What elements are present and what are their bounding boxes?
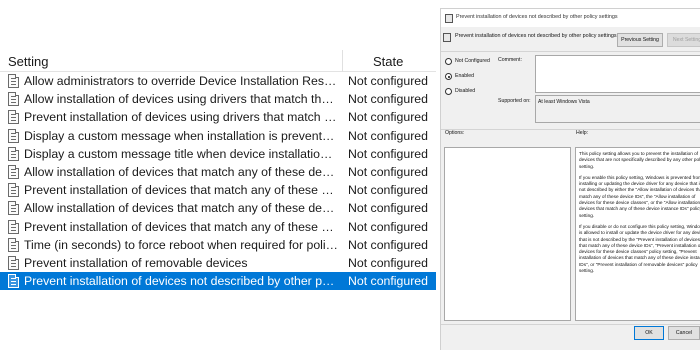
policy-row-state: Not configured xyxy=(348,183,428,198)
policy-row-state: Not configured xyxy=(348,201,428,216)
help-paragraph: This policy setting allows you to preven… xyxy=(579,151,700,169)
cancel-button[interactable]: Cancel xyxy=(668,326,700,340)
next-setting-button[interactable]: Next Setting xyxy=(667,33,700,47)
policy-document-icon xyxy=(8,128,19,143)
policy-document-icon xyxy=(8,110,19,125)
policy-row-state: Not configured xyxy=(348,164,428,179)
policy-row-name: Prevent installation of devices using dr… xyxy=(24,110,338,125)
policy-row[interactable]: Allow installation of devices that match… xyxy=(0,163,436,181)
policy-document-icon xyxy=(8,237,19,252)
header-separator xyxy=(441,51,700,52)
policy-row-name: Allow installation of devices using driv… xyxy=(24,92,338,107)
policy-row-state: Not configured xyxy=(348,274,428,289)
policy-row[interactable]: Prevent installation of devices using dr… xyxy=(0,108,436,126)
policy-row-state: Not configured xyxy=(348,255,428,270)
policy-document-icon xyxy=(8,164,19,179)
policy-document-icon xyxy=(8,255,19,270)
radio-enabled[interactable]: Enabled xyxy=(445,72,515,82)
options-label: Options: xyxy=(445,130,465,136)
ok-button[interactable]: OK xyxy=(634,326,664,340)
policy-row[interactable]: Prevent installation of devices that mat… xyxy=(0,181,436,199)
policy-document-icon xyxy=(8,219,19,234)
help-text: This policy setting allows you to preven… xyxy=(579,151,700,279)
policy-dialog: Prevent installation of devices not desc… xyxy=(440,8,700,350)
policy-row-name: Prevent installation of removable device… xyxy=(24,255,248,270)
policy-row-name: Allow installation of devices that match… xyxy=(24,164,338,179)
policy-row[interactable]: Prevent installation of removable device… xyxy=(0,254,436,272)
policy-row-name: Prevent installation of devices that mat… xyxy=(24,183,338,198)
policy-row-state: Not configured xyxy=(348,92,428,107)
column-header-state[interactable]: State xyxy=(373,54,403,69)
radio-label: Enabled xyxy=(455,73,475,79)
help-paragraph: If you disable or do not configure this … xyxy=(579,223,700,274)
comment-textarea[interactable] xyxy=(535,55,700,93)
radio-circle xyxy=(445,88,452,95)
policy-row[interactable]: Prevent installation of devices that mat… xyxy=(0,218,436,236)
policy-row[interactable]: Display a custom message when installati… xyxy=(0,127,436,145)
policy-row-state: Not configured xyxy=(348,74,428,88)
dialog-window-title: Prevent installation of devices not desc… xyxy=(456,14,618,20)
policy-document-icon xyxy=(8,92,19,107)
policy-row[interactable]: Display a custom message title when devi… xyxy=(0,145,436,163)
footer-separator xyxy=(441,324,700,325)
supported-on-label: Supported on: xyxy=(498,98,531,104)
list-header: Setting State xyxy=(0,50,436,72)
policy-rows: Allow administrators to override Device … xyxy=(0,72,436,291)
radio-circle xyxy=(445,58,452,65)
supported-on-box: At least Windows Vista xyxy=(535,95,700,123)
policy-row[interactable]: Allow installation of devices that match… xyxy=(0,199,436,217)
policy-row-selected[interactable]: Prevent installation of devices not desc… xyxy=(0,272,436,291)
policy-row[interactable]: Allow installation of devices using driv… xyxy=(0,90,436,108)
policy-row-state: Not configured xyxy=(348,110,428,125)
policy-row-name: Display a custom message title when devi… xyxy=(24,146,338,161)
radio-disabled[interactable]: Disabled xyxy=(445,87,515,97)
policy-row[interactable]: Allow administrators to override Device … xyxy=(0,72,436,90)
policy-document-icon xyxy=(8,201,19,216)
help-panel[interactable]: This policy setting allows you to preven… xyxy=(575,147,700,321)
radio-circle-selected xyxy=(445,73,452,80)
options-panel xyxy=(444,147,571,321)
policy-row-state: Not configured xyxy=(348,146,428,161)
column-header-setting[interactable]: Setting xyxy=(8,54,48,69)
supported-on-value: At least Windows Vista xyxy=(538,99,590,105)
policy-settings-list: Setting State Allow administrators to ov… xyxy=(0,50,436,295)
comment-label: Comment: xyxy=(498,57,522,63)
policy-row-name: Prevent installation of devices that mat… xyxy=(24,219,338,234)
policy-row-name: Display a custom message when installati… xyxy=(24,128,338,143)
policy-row[interactable]: Time (in seconds) to force reboot when r… xyxy=(0,236,436,254)
dialog-titlebar[interactable]: Prevent installation of devices not desc… xyxy=(441,9,700,27)
policy-document-icon xyxy=(8,274,19,289)
policy-document-icon xyxy=(8,146,19,161)
policy-document-icon xyxy=(8,74,19,88)
policy-row-name: Allow administrators to override Device … xyxy=(24,74,338,88)
policy-row-state: Not configured xyxy=(348,219,428,234)
previous-setting-button[interactable]: Previous Setting xyxy=(617,33,663,47)
help-label: Help: xyxy=(576,130,589,136)
help-paragraph: If you enable this policy setting, Windo… xyxy=(579,174,700,218)
policy-row-name: Allow installation of devices that match… xyxy=(24,201,338,216)
radio-label: Not Configured xyxy=(455,58,490,64)
policy-window-icon xyxy=(445,14,453,23)
policy-row-name: Time (in seconds) to force reboot when r… xyxy=(24,237,338,252)
radio-label: Disabled xyxy=(455,88,476,94)
policy-document-icon xyxy=(8,183,19,198)
policy-row-state: Not configured xyxy=(348,128,428,143)
policy-row-state: Not configured xyxy=(348,237,428,252)
policy-title: Prevent installation of devices not desc… xyxy=(455,33,617,39)
policy-row-name: Prevent installation of devices not desc… xyxy=(24,274,338,289)
policy-setting-icon xyxy=(443,33,451,42)
column-divider[interactable] xyxy=(342,50,343,72)
middle-separator xyxy=(441,129,700,130)
